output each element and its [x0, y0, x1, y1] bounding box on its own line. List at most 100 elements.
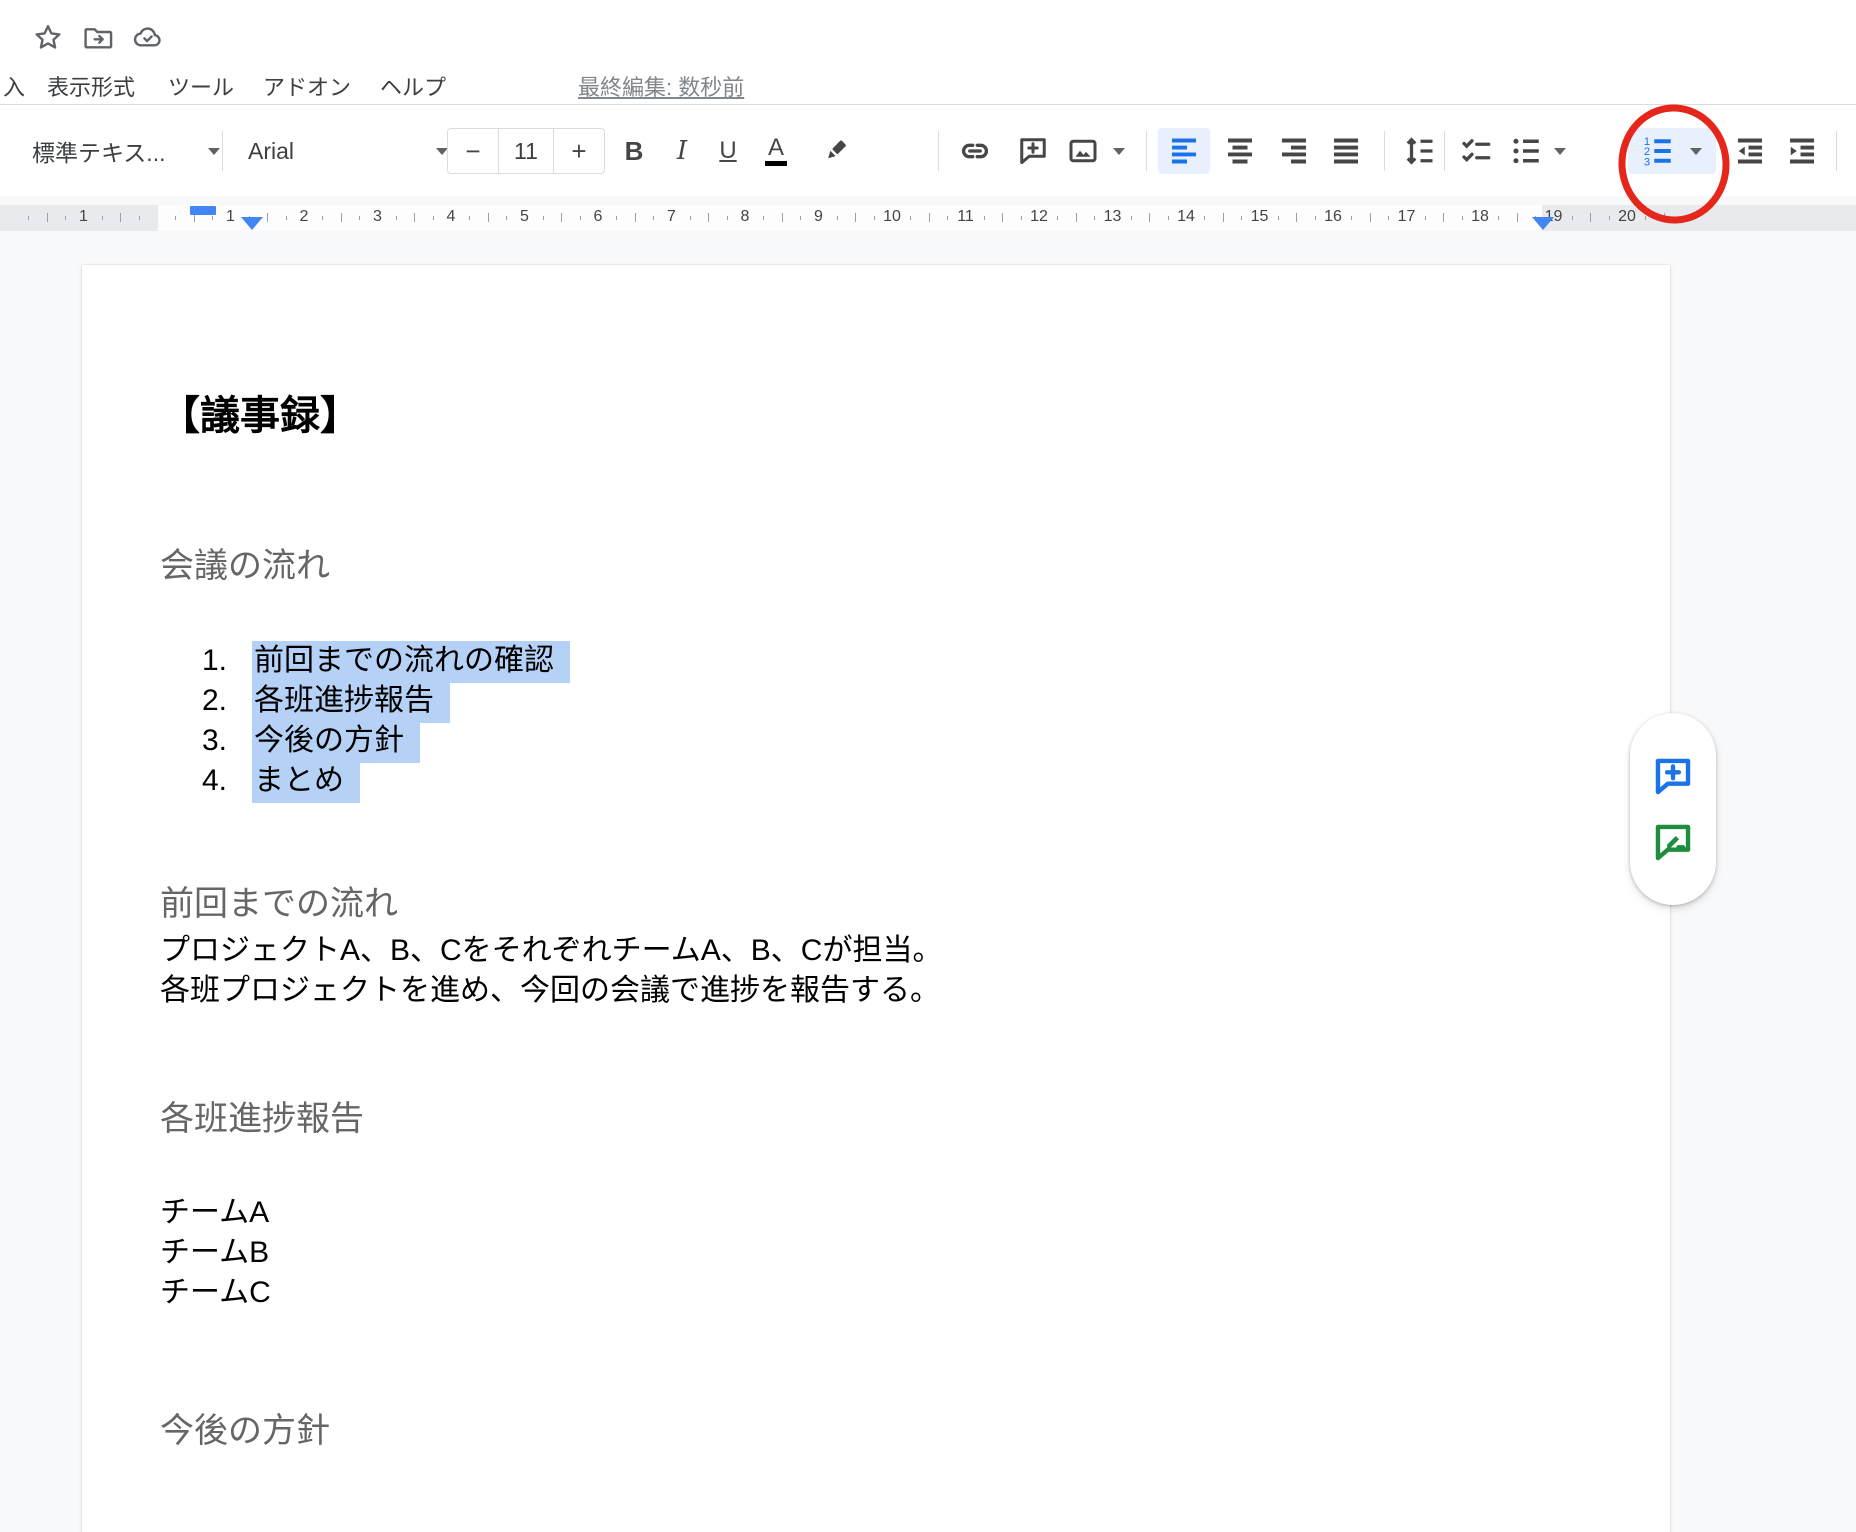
toolbar-separator: [1146, 131, 1147, 171]
right-indent-marker[interactable]: [1532, 217, 1554, 230]
numbered-list-button[interactable]: 1 2 3: [1634, 128, 1682, 174]
indent-icon: [1784, 133, 1820, 169]
numbered-list-dropdown[interactable]: [1682, 128, 1710, 174]
suggest-edit-icon: [1651, 820, 1695, 864]
list-text-selected[interactable]: 前回までの流れの確認: [252, 641, 570, 683]
ruler-tick: [1609, 216, 1610, 220]
ruler-tick: [433, 216, 434, 220]
first-line-indent-marker[interactable]: [190, 206, 216, 215]
team-line[interactable]: チームA: [160, 1193, 269, 1233]
italic-button[interactable]: I: [660, 128, 704, 174]
last-edit-link[interactable]: 最終編集: 数秒前: [578, 70, 744, 102]
ruler-tick: [469, 216, 470, 220]
outdent-icon: [1732, 133, 1768, 169]
add-comment-floating-button[interactable]: [1649, 752, 1697, 800]
menu-item-insert-partial[interactable]: 入: [3, 70, 25, 102]
ruler-number: 15: [1251, 208, 1269, 226]
ruler-number: 3: [373, 208, 382, 226]
ruler-number: 10: [883, 208, 901, 226]
formatting-toolbar: 標準テキス... Arial − 11 + B I U A: [0, 105, 1856, 197]
ruler-tick: [1351, 216, 1352, 220]
insert-image-dropdown[interactable]: [1106, 128, 1132, 174]
line-spacing-button[interactable]: [1394, 128, 1444, 174]
align-justify-button[interactable]: [1320, 128, 1372, 174]
ruler-tick: [782, 213, 783, 222]
ruler-number: 4: [447, 208, 456, 226]
underline-button[interactable]: U: [706, 128, 750, 174]
left-indent-marker[interactable]: [241, 217, 263, 230]
move-folder-icon[interactable]: [82, 22, 114, 54]
ruler-tick: [690, 216, 691, 220]
ruler-tick: [1443, 213, 1444, 222]
ruler-tick: [1278, 216, 1279, 220]
ruler-tick: [1204, 216, 1205, 220]
ruler-tick: [910, 216, 911, 220]
link-icon: [957, 133, 993, 169]
menu-item-addons[interactable]: アドオン: [263, 70, 351, 102]
ruler-number: 20: [1618, 208, 1636, 226]
decrease-indent-button[interactable]: [1726, 128, 1774, 174]
chevron-down-icon: [208, 148, 220, 155]
paragraph-line[interactable]: プロジェクトA、B、CをそれぞれチームA、B、Cが担当。: [160, 931, 942, 971]
ruler-number: 16: [1324, 208, 1342, 226]
ruler-tick: [506, 216, 507, 220]
ruler-tick: [763, 216, 764, 220]
bold-button[interactable]: B: [612, 128, 656, 174]
list-text-selected[interactable]: まとめ: [252, 761, 360, 803]
team-line[interactable]: チームC: [160, 1273, 271, 1313]
insert-link-button[interactable]: [950, 128, 1000, 174]
align-left-button[interactable]: [1158, 128, 1210, 174]
highlight-color-button[interactable]: [812, 128, 858, 174]
ruler-tick: [139, 216, 140, 220]
checklist-button[interactable]: [1452, 128, 1500, 174]
menu-item-help[interactable]: ヘルプ: [380, 70, 446, 102]
team-line[interactable]: チームB: [160, 1233, 269, 1273]
font-family-select[interactable]: Arial: [238, 128, 458, 174]
toolbar-separator: [1384, 131, 1385, 171]
menu-item-tools[interactable]: ツール: [168, 70, 234, 102]
doc-title[interactable]: 【議事録】: [160, 383, 360, 441]
document-page[interactable]: 【議事録】 会議の流れ 1. 前回までの流れの確認 2. 各班進捗報告 3. 今…: [82, 265, 1670, 1532]
bulleted-list-button[interactable]: [1504, 128, 1548, 174]
suggest-edits-button[interactable]: [1649, 818, 1697, 866]
ruler-tick: [1370, 213, 1371, 222]
numbered-list-icon: 1 2 3: [1640, 133, 1676, 169]
ruler-tick: [1645, 216, 1646, 220]
line-spacing-icon: [1401, 133, 1437, 169]
ruler-tick: [984, 216, 985, 220]
ruler-tick: [580, 216, 581, 220]
heading-previous[interactable]: 前回までの流れ: [160, 876, 398, 925]
increase-indent-button[interactable]: [1778, 128, 1826, 174]
top-chrome: 入 表示形式 ツール アドオン ヘルプ 最終編集: 数秒前: [0, 0, 1856, 105]
ruler-tick: [322, 216, 323, 220]
list-text-selected[interactable]: 各班進捗報告: [252, 681, 450, 723]
bulleted-list-dropdown[interactable]: [1548, 128, 1572, 174]
add-comment-button[interactable]: [1008, 128, 1058, 174]
font-size-increase-button[interactable]: +: [554, 129, 604, 173]
star-button[interactable]: [32, 22, 64, 54]
align-justify-icon: [1328, 133, 1364, 169]
heading-agenda[interactable]: 会議の流れ: [160, 538, 330, 587]
ruler-number: 9: [814, 208, 823, 226]
chevron-down-icon: [1113, 148, 1125, 155]
ruler-tick: [543, 216, 544, 220]
text-color-button[interactable]: A: [754, 128, 798, 174]
ruler-tick: [396, 216, 397, 220]
ruler-tick: [1021, 216, 1022, 220]
font-size-decrease-button[interactable]: −: [448, 129, 498, 173]
font-size-value[interactable]: 11: [498, 129, 554, 173]
ruler-tick: [561, 213, 562, 222]
align-right-button[interactable]: [1268, 128, 1320, 174]
paragraph-style-select[interactable]: 標準テキス...: [22, 128, 230, 174]
ruler-tick: [837, 216, 838, 220]
bulleted-list-icon: [1508, 133, 1544, 169]
align-center-button[interactable]: [1214, 128, 1266, 174]
heading-policy[interactable]: 今後の方針: [160, 1403, 330, 1452]
paragraph-line[interactable]: 各班プロジェクトを進め、今回の会議で進捗を報告する。: [160, 971, 940, 1011]
google-docs-window: 入 表示形式 ツール アドオン ヘルプ 最終編集: 数秒前 標準テキス... A…: [0, 0, 1856, 1532]
list-text-selected[interactable]: 今後の方針: [252, 721, 420, 763]
menu-item-format[interactable]: 表示形式: [47, 70, 135, 102]
insert-image-button[interactable]: [1060, 128, 1106, 174]
heading-progress[interactable]: 各班進捗報告: [160, 1091, 364, 1140]
ruler-tick: [212, 216, 213, 220]
